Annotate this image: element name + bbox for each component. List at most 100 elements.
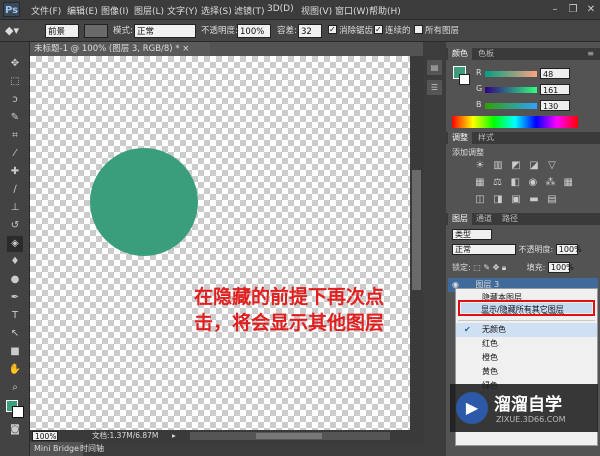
g-slider[interactable]: [485, 87, 537, 93]
history-brush-tool-icon[interactable]: ↺: [7, 218, 23, 234]
layer-kind-select[interactable]: 类型: [452, 229, 492, 240]
r-slider[interactable]: [485, 71, 537, 77]
brush-tool-icon[interactable]: ∕: [7, 182, 23, 198]
black-white-icon[interactable]: ◧: [509, 177, 521, 189]
menu-window[interactable]: 窗口(W): [335, 4, 369, 17]
opacity-label: 不透明度:: [201, 26, 238, 36]
mode-select[interactable]: 正常: [134, 24, 196, 38]
gradient-map-icon[interactable]: ▬: [528, 194, 540, 206]
menu-image[interactable]: 图像(I): [101, 4, 129, 17]
move-tool-icon[interactable]: ✥: [7, 56, 23, 72]
ctx-show-hide-other-layers-overlay[interactable]: 显示/隐藏所有其它图层: [455, 303, 596, 317]
menu-view[interactable]: 视图(V): [301, 4, 332, 17]
invert-icon[interactable]: ◫: [474, 194, 486, 206]
panel-menu-icon[interactable]: ≡: [583, 48, 598, 60]
tab-styles[interactable]: 样式: [474, 132, 498, 144]
selective-color-icon[interactable]: ▤: [546, 194, 558, 206]
menu-3d[interactable]: 3D(D): [267, 4, 294, 14]
color-bg-swatch[interactable]: [459, 74, 470, 85]
fill-source-select[interactable]: 前景: [45, 24, 79, 38]
brightness-icon[interactable]: ☀: [474, 160, 486, 172]
fill-field[interactable]: 100%: [547, 262, 574, 273]
menu-layer[interactable]: 图层(L): [134, 4, 164, 17]
status-arrow-icon[interactable]: ▸: [172, 430, 176, 442]
properties-panel-icon[interactable]: ☰: [427, 80, 442, 95]
tab-channels[interactable]: 通道: [472, 213, 496, 225]
menu-select[interactable]: 选择(S): [201, 4, 232, 17]
menu-file[interactable]: 文件(F): [31, 4, 61, 17]
ctx-no-color[interactable]: ✔ 无颜色: [456, 323, 597, 337]
pattern-picker[interactable]: [84, 24, 108, 38]
color-balance-icon[interactable]: ⚖: [492, 177, 504, 189]
clone-stamp-tool-icon[interactable]: ⊥: [7, 200, 23, 216]
rectangle-tool-icon[interactable]: ■: [7, 344, 23, 360]
b-slider[interactable]: [485, 103, 537, 109]
menu-type[interactable]: 文字(Y): [167, 4, 198, 17]
hue-icon[interactable]: ▦: [474, 177, 486, 189]
dodge-tool-icon[interactable]: ●: [7, 272, 23, 288]
color-spectrum-bar[interactable]: [452, 116, 578, 128]
crop-tool-icon[interactable]: ⌗: [7, 128, 23, 144]
marquee-tool-icon[interactable]: ⬚: [7, 74, 23, 90]
ctx-orange[interactable]: 橙色: [456, 351, 597, 365]
tab-layers[interactable]: 图层: [448, 213, 472, 225]
menu-help[interactable]: 帮助(H): [369, 4, 401, 17]
photo-filter-icon[interactable]: ◉: [527, 177, 539, 189]
close-document-icon[interactable]: ×: [182, 44, 189, 54]
quick-mask-icon[interactable]: ◙: [7, 422, 23, 438]
layer-opacity-field[interactable]: 100%: [555, 244, 582, 255]
ctx-red[interactable]: 红色: [456, 337, 597, 351]
paint-bucket-tool-icon[interactable]: ◈: [7, 236, 23, 252]
tab-paths[interactable]: 路径: [498, 213, 522, 225]
eyedropper-tool-icon[interactable]: ⁄: [7, 146, 23, 162]
r-value[interactable]: 48: [540, 68, 570, 79]
g-value[interactable]: 161: [540, 84, 570, 95]
healing-brush-tool-icon[interactable]: ✚: [7, 164, 23, 180]
b-label: B: [476, 100, 482, 109]
restore-icon[interactable]: ❐: [564, 0, 582, 20]
path-select-tool-icon[interactable]: ↖: [7, 326, 23, 342]
antialias-checkbox[interactable]: 消除锯齿: [328, 23, 373, 38]
type-tool-icon[interactable]: T: [7, 308, 23, 324]
hand-tool-icon[interactable]: ✋: [7, 362, 23, 378]
pen-tool-icon[interactable]: ✒: [7, 290, 23, 306]
all-layers-checkbox[interactable]: 所有图层: [414, 24, 459, 38]
vibrance-icon[interactable]: ▽: [546, 160, 558, 172]
b-value[interactable]: 130: [540, 100, 570, 111]
tab-color[interactable]: 颜色: [448, 48, 472, 60]
ctx-yellow[interactable]: 黄色: [456, 365, 597, 379]
paint-bucket-icon[interactable]: ◆▾: [5, 24, 19, 38]
levels-icon[interactable]: ▥: [492, 160, 504, 172]
posterize-icon[interactable]: ◨: [492, 194, 504, 206]
zoom-tool-icon[interactable]: ⌕: [7, 380, 23, 396]
lock-icons[interactable]: ⬚ ✎ ✥ 🔒︎: [473, 263, 506, 272]
tolerance-field[interactable]: 32: [298, 24, 322, 38]
background-color-swatch[interactable]: [12, 406, 24, 418]
vertical-scrollbar-thumb[interactable]: [412, 170, 421, 290]
opacity-field[interactable]: 100%: [237, 24, 271, 38]
threshold-icon[interactable]: ▣: [510, 194, 522, 206]
tab-swatches[interactable]: 色板: [474, 48, 498, 60]
tab-adjustments[interactable]: 调整: [448, 132, 472, 144]
channel-mixer-icon[interactable]: ⁂: [545, 177, 557, 189]
blend-mode-select[interactable]: 正常: [452, 244, 516, 255]
minimize-icon[interactable]: –: [546, 0, 564, 20]
curves-icon[interactable]: ◩: [510, 160, 522, 172]
tab-timeline[interactable]: 时间轴: [76, 442, 108, 456]
color-lookup-icon[interactable]: ▦: [562, 177, 574, 189]
history-panel-icon[interactable]: ▤: [427, 60, 442, 75]
zoom-field[interactable]: 100%: [32, 431, 58, 441]
contiguous-checkbox[interactable]: 连续的: [374, 23, 411, 38]
status-bar: 100% 文档:1.37M/6.87M ▸: [30, 430, 423, 442]
canvas[interactable]: [30, 56, 410, 430]
blur-tool-icon[interactable]: ♦: [7, 254, 23, 270]
menu-filter[interactable]: 滤镜(T): [234, 4, 265, 17]
close-icon[interactable]: ✕: [582, 0, 600, 20]
exposure-icon[interactable]: ◪: [528, 160, 540, 172]
lasso-tool-icon[interactable]: ↄ: [7, 92, 23, 108]
horizontal-scrollbar-thumb[interactable]: [256, 433, 322, 439]
quick-select-tool-icon[interactable]: ✎: [7, 110, 23, 126]
document-tab[interactable]: 未标题-1 @ 100% (图层 3, RGB/8) * ×: [30, 42, 210, 56]
menu-edit[interactable]: 编辑(E): [67, 4, 98, 17]
annotation-text: 在隐藏的前提下再次点 击，将会显示其他图层: [194, 284, 384, 336]
